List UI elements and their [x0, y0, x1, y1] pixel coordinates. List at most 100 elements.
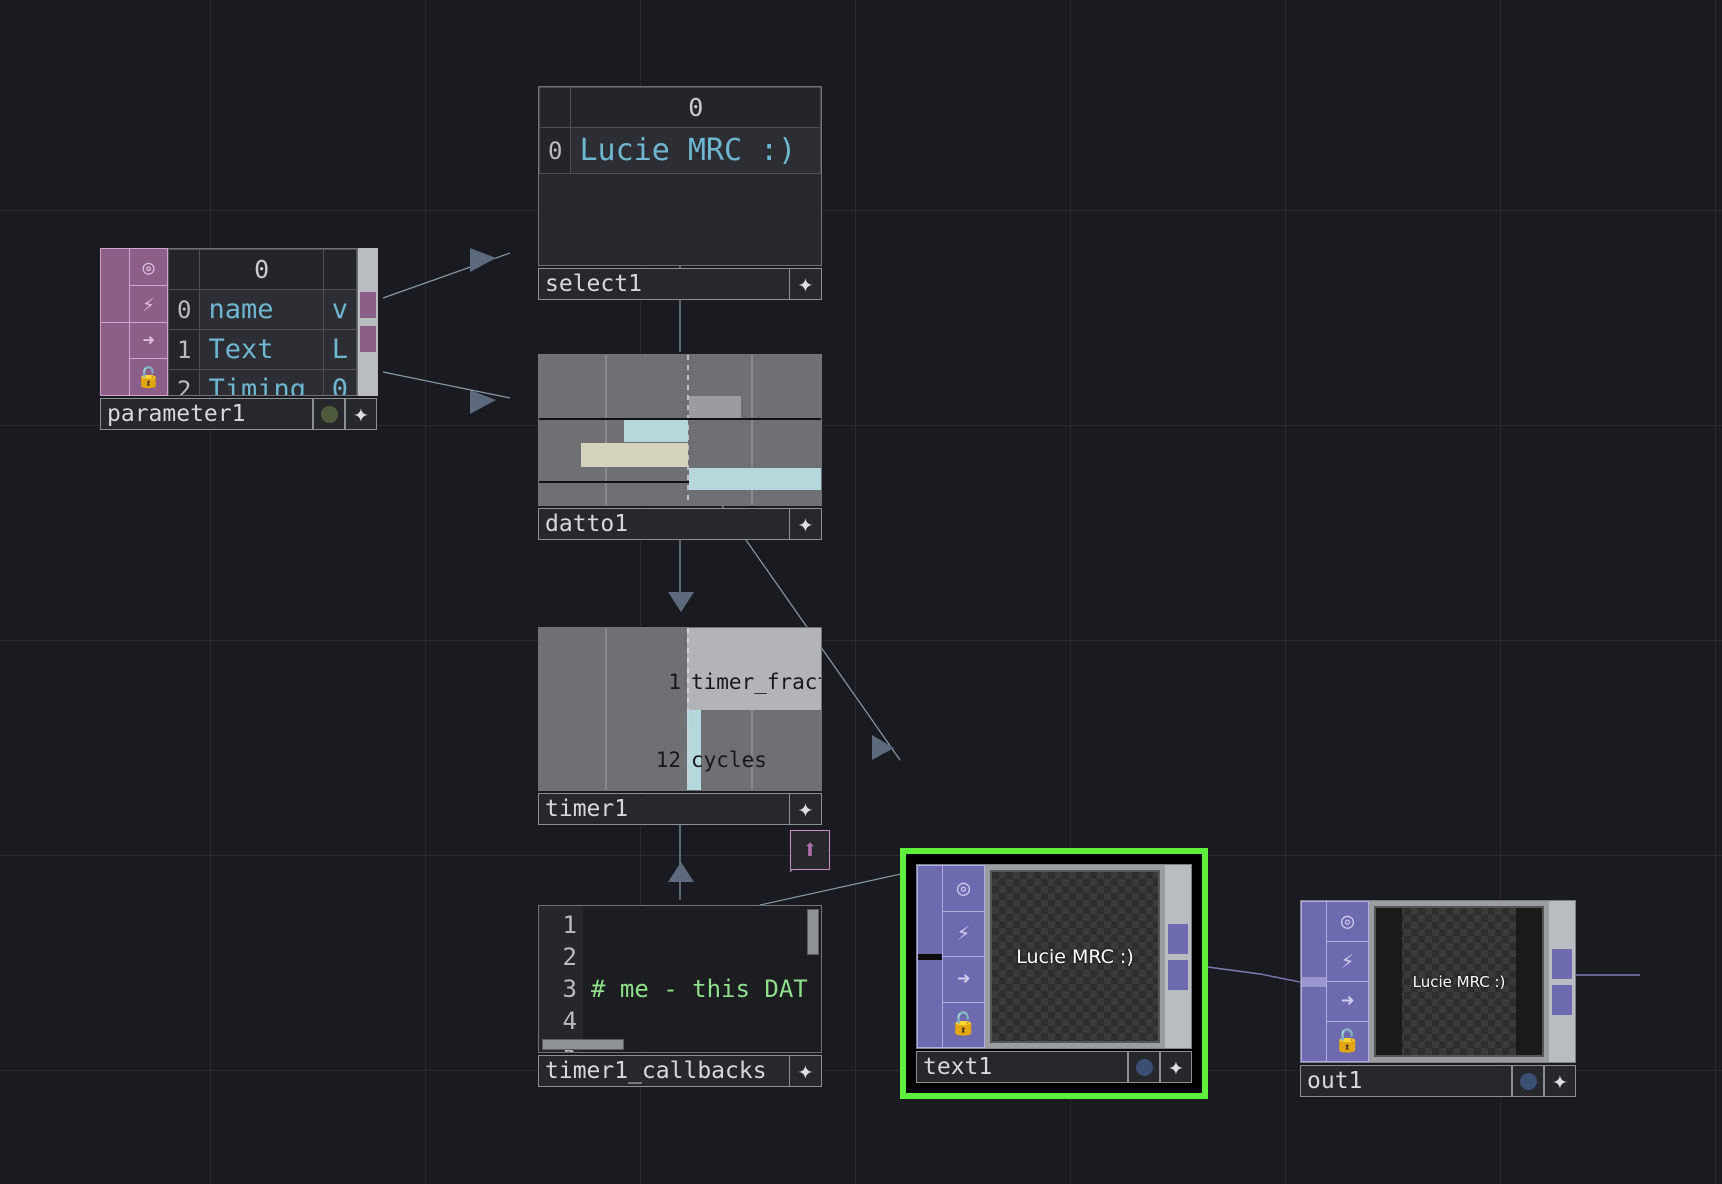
- viewer-icon[interactable]: ◎: [1327, 902, 1368, 942]
- out1-body[interactable]: ◎ ⚡ ➜ 🔓 Lucie MRC :): [1300, 900, 1576, 1063]
- parameter1-row1-key[interactable]: Text: [199, 329, 324, 370]
- timer1-footer[interactable]: timer1 ✦: [538, 793, 822, 825]
- out1-input-connector[interactable]: [1302, 976, 1326, 987]
- out1-star-flag[interactable]: ✦: [1544, 1065, 1576, 1097]
- clone-icon[interactable]: 🔓: [943, 1003, 984, 1048]
- parameter1-output-connectors[interactable]: [358, 248, 378, 396]
- out1-viewer-dot[interactable]: [1512, 1065, 1544, 1097]
- timer1-channel-view[interactable]: 1 timer_fracti 12 cycles: [538, 627, 822, 791]
- text1-viewer-dot[interactable]: [1128, 1051, 1160, 1083]
- text1-output-connectors[interactable]: [1165, 865, 1191, 1048]
- parameter1-table[interactable]: 0 0 name v 1 Text L 2 Timing 0: [168, 248, 358, 396]
- node-parameter1[interactable]: ◎ ⚡ ➜ 🔓 0 0 name v 1 Text L 2 Timing 0 p…: [100, 248, 378, 430]
- bypass-icon[interactable]: ⚡: [130, 286, 167, 323]
- viewer-icon[interactable]: ◎: [943, 866, 984, 912]
- parameter1-footer[interactable]: parameter1 ✦: [100, 398, 377, 430]
- timer1-callbacks-star-flag[interactable]: ✦: [790, 1055, 822, 1087]
- node-text1[interactable]: ◎ ⚡ ➜ 🔓 Lucie MRC :) text1 ✦: [900, 848, 1208, 1099]
- datto1-block-1: [624, 420, 688, 442]
- text1-flag-seg-2[interactable]: [918, 960, 942, 1048]
- bypass-icon[interactable]: ⚡: [943, 912, 984, 957]
- render-icon[interactable]: ➜: [943, 957, 984, 1003]
- out1-letterbox-left: [1376, 908, 1402, 1055]
- select1-name-label[interactable]: select1: [538, 268, 790, 300]
- parameter1-row0-key[interactable]: name: [199, 289, 324, 330]
- bypass-icon[interactable]: ⚡: [1327, 942, 1368, 982]
- timer1-up-arrow-flag[interactable]: ⬆: [790, 830, 830, 870]
- parameter1-row2-key[interactable]: Timing: [199, 369, 324, 395]
- out1-flag-seg-2[interactable]: [1302, 987, 1326, 1062]
- select1-cell-value[interactable]: Lucie MRC :): [570, 127, 821, 174]
- text1-footer[interactable]: text1 ✦: [916, 1051, 1192, 1083]
- out1-output-connectors[interactable]: [1549, 901, 1575, 1062]
- timer1-callbacks-footer[interactable]: timer1_callbacks ✦: [538, 1055, 822, 1087]
- code-horizontal-scrollbar[interactable]: [542, 1039, 624, 1050]
- parameter1-col-header-0: 0: [199, 249, 324, 290]
- datto1-star-flag[interactable]: ✦: [790, 508, 822, 540]
- node-select1[interactable]: 0 0 Lucie MRC :) select1 ✦: [538, 86, 822, 300]
- parameter1-row2-index: 2: [168, 369, 201, 395]
- clone-icon[interactable]: 🔓: [1327, 1022, 1368, 1061]
- parameter1-icon-column[interactable]: ◎ ⚡ ➜ 🔓: [130, 248, 168, 396]
- text1-name-label[interactable]: text1: [916, 1051, 1128, 1083]
- text1-flag-column[interactable]: [917, 865, 943, 1048]
- node-timer1[interactable]: 1 timer_fracti 12 cycles timer1 ✦: [538, 627, 822, 825]
- clone-icon[interactable]: 🔓: [130, 359, 167, 395]
- star-icon: ✦: [353, 399, 369, 429]
- text1-star-flag[interactable]: ✦: [1160, 1051, 1192, 1083]
- parameter1-out-conn-1[interactable]: [360, 292, 376, 318]
- parameter1-flag-seg-1[interactable]: [101, 249, 129, 323]
- datto1-timeline[interactable]: [538, 354, 822, 506]
- text1-out-conn-1[interactable]: [1168, 923, 1188, 954]
- parameter1-row0-value[interactable]: v: [322, 289, 357, 330]
- timer1-callbacks-name-label[interactable]: timer1_callbacks: [538, 1055, 790, 1087]
- parameter1-row1-value[interactable]: L: [322, 329, 357, 370]
- node-out1[interactable]: ◎ ⚡ ➜ 🔓 Lucie MRC :) out1 ✦: [1300, 900, 1576, 1097]
- out1-footer[interactable]: out1 ✦: [1300, 1065, 1576, 1097]
- code-vertical-scrollbar[interactable]: [807, 909, 819, 955]
- timer1-star-flag[interactable]: ✦: [790, 793, 822, 825]
- out1-flag-seg-1[interactable]: [1302, 902, 1326, 977]
- render-icon[interactable]: ➜: [1327, 982, 1368, 1022]
- render-icon[interactable]: ➜: [130, 323, 167, 360]
- select1-viewer-flag[interactable]: ✦: [790, 268, 822, 300]
- text1-flag-seg-1[interactable]: [918, 866, 942, 954]
- text1-preview[interactable]: Lucie MRC :): [990, 870, 1160, 1043]
- parameter1-row2-value[interactable]: 0: [322, 369, 357, 395]
- text1-body[interactable]: ◎ ⚡ ➜ 🔓 Lucie MRC :): [916, 864, 1192, 1049]
- out1-out-conn-1[interactable]: [1552, 948, 1572, 979]
- datto1-block-0: [689, 396, 741, 418]
- out1-name-label[interactable]: out1: [1300, 1065, 1512, 1097]
- viewer-dot-blue-icon: [1135, 1058, 1153, 1076]
- node-timer1-callbacks[interactable]: 1 2 3 4 5 # me - this DAT # timerOp - th…: [538, 905, 822, 1087]
- parameter1-viewer-dot[interactable]: [313, 398, 345, 430]
- select1-footer[interactable]: select1 ✦: [538, 268, 822, 300]
- datto1-footer[interactable]: datto1 ✦: [538, 508, 822, 540]
- datto1-block-3: [689, 468, 821, 490]
- out1-icon-column[interactable]: ◎ ⚡ ➜ 🔓: [1327, 901, 1369, 1062]
- node-datto1[interactable]: datto1 ✦: [538, 354, 822, 540]
- select1-col-header-0: 0: [570, 87, 821, 128]
- parameter1-name-label[interactable]: parameter1: [100, 398, 313, 430]
- text1-icon-column[interactable]: ◎ ⚡ ➜ 🔓: [943, 865, 985, 1048]
- out1-out-conn-2[interactable]: [1552, 984, 1572, 1015]
- parameter1-col-header-1: [322, 249, 357, 290]
- node-network-canvas[interactable]: 0 0 Lucie MRC :) select1 ✦ ◎ ⚡ ➜ 🔓 0 0 n…: [0, 0, 1722, 1184]
- timer1-callbacks-code[interactable]: 1 2 3 4 5 # me - this DAT # timerOp - th…: [538, 905, 822, 1053]
- timer1-name-label[interactable]: timer1: [538, 793, 790, 825]
- parameter1-out-conn-2[interactable]: [360, 326, 376, 352]
- datto1-name-label[interactable]: datto1: [538, 508, 790, 540]
- text1-out-conn-2[interactable]: [1168, 959, 1188, 990]
- parameter1-body[interactable]: ◎ ⚡ ➜ 🔓 0 0 name v 1 Text L 2 Timing 0: [100, 248, 378, 396]
- out1-preview[interactable]: Lucie MRC :): [1374, 906, 1544, 1057]
- text1-preview-text: Lucie MRC :): [1016, 945, 1134, 968]
- viewer-icon[interactable]: ◎: [130, 249, 167, 286]
- code-line: # me - this DAT: [591, 975, 808, 1003]
- parameter1-flag-seg-2[interactable]: [101, 323, 129, 396]
- out1-flag-column[interactable]: [1301, 901, 1327, 1062]
- select1-table[interactable]: 0 0 Lucie MRC :): [538, 86, 822, 266]
- parameter1-star-flag[interactable]: ✦: [345, 398, 377, 430]
- parameter1-row0-index: 0: [168, 289, 201, 330]
- code-body[interactable]: # me - this DAT # timerOp - the # cycle …: [583, 906, 821, 1052]
- parameter1-flag-column[interactable]: [100, 248, 130, 396]
